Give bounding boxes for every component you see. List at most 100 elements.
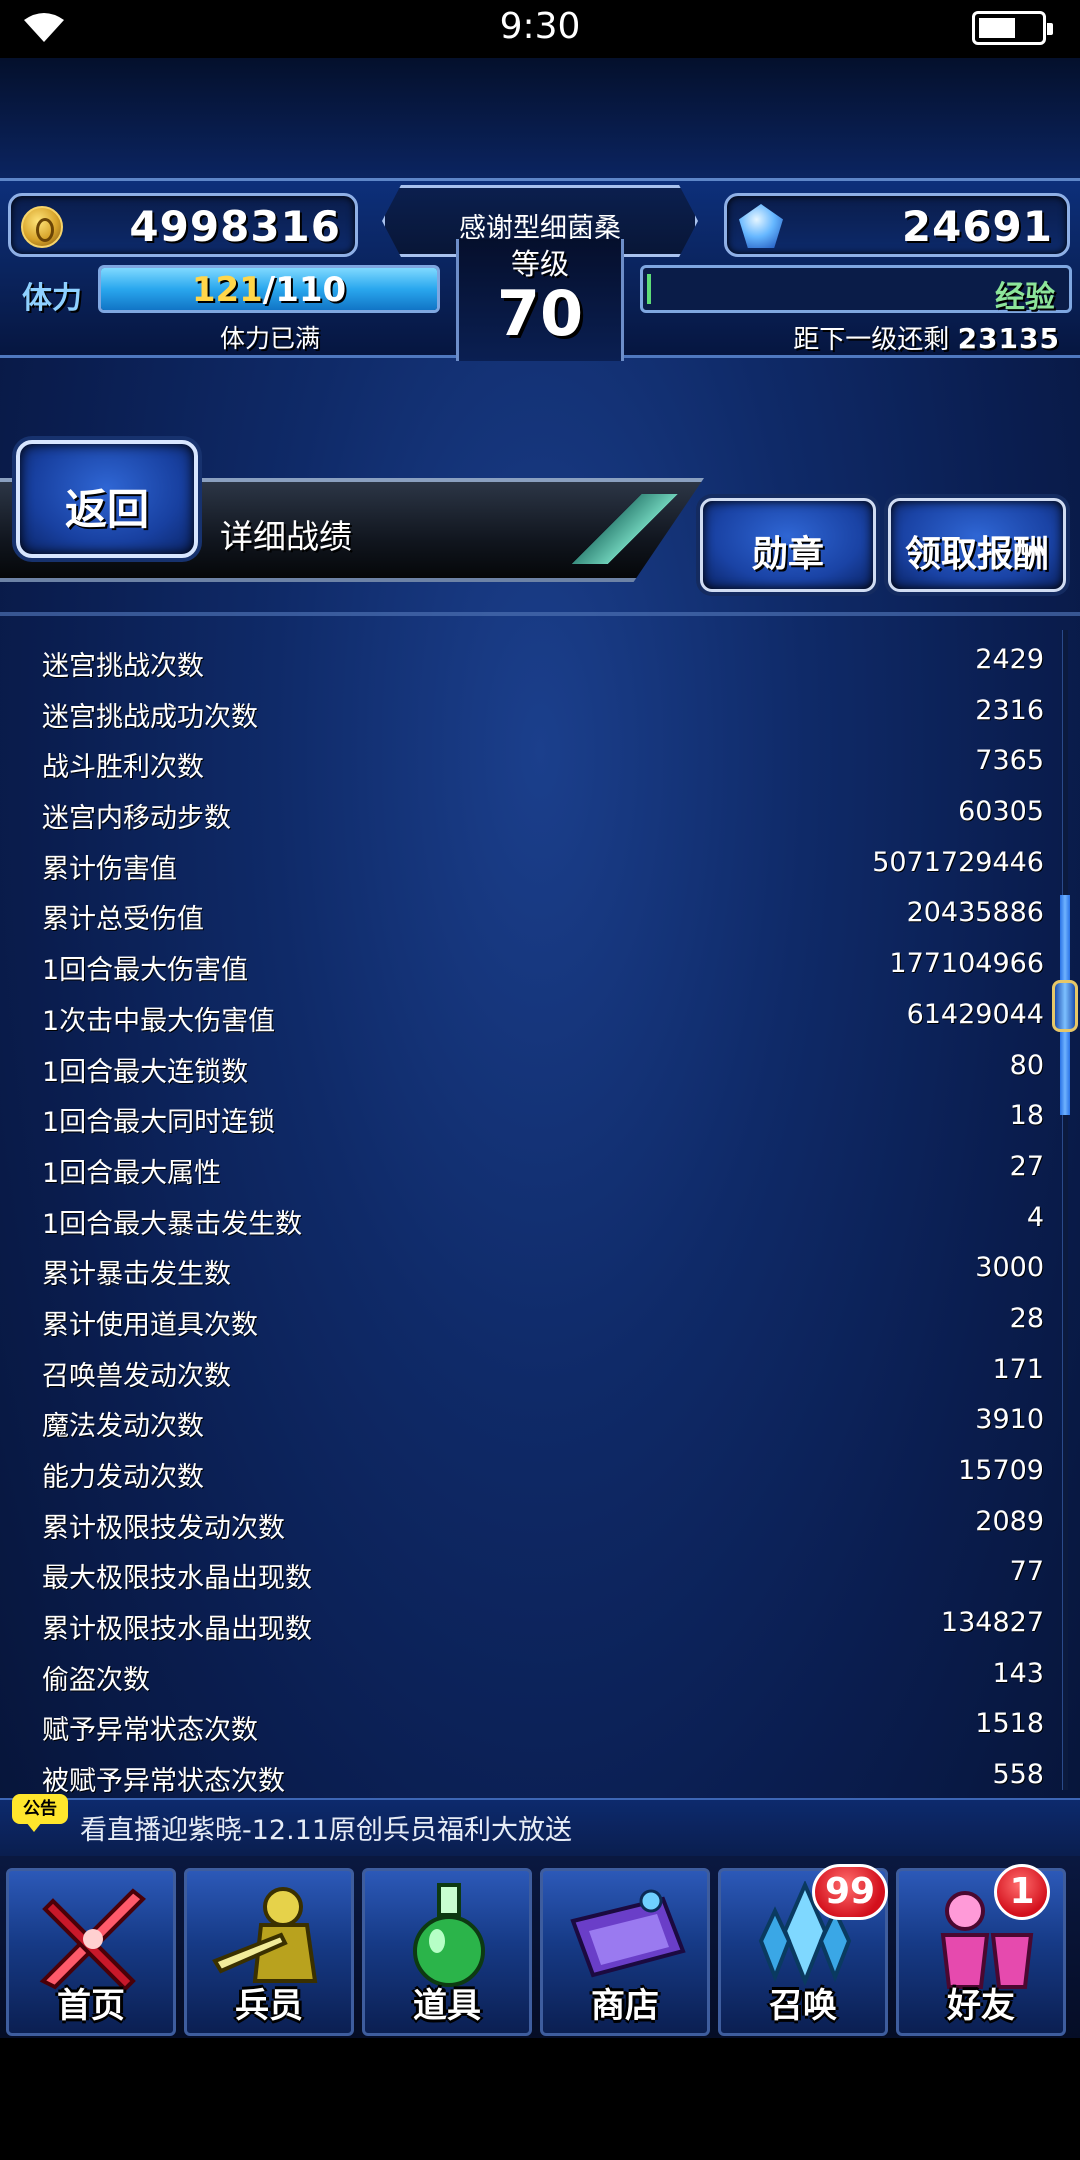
- gil-coin-icon: [21, 206, 63, 248]
- stat-label: 偷盗次数: [42, 1664, 150, 1696]
- sword-icon: [39, 1888, 146, 1991]
- scrollbar-handle[interactable]: [1052, 980, 1078, 1032]
- stat-label: 1回合最大伤害值: [42, 955, 249, 987]
- stamina-bar: 121/110: [98, 265, 440, 313]
- nav-units-label: 兵员: [235, 1986, 303, 2026]
- stamina-status: 体力已满: [219, 324, 320, 353]
- nav-items[interactable]: 道具: [362, 1868, 532, 2036]
- hero-icon: [212, 1887, 318, 1983]
- stats-list[interactable]: 迷宫挑战次数 2429 迷宫挑战成功次数 2316 战斗胜利次数 7365 迷宫内移动步数 6…: [0, 636, 1060, 1796]
- gil-value: 4998316: [129, 202, 341, 251]
- stat-value: 3000: [975, 1252, 1044, 1284]
- stamina-label: 体力: [22, 281, 82, 316]
- stat-label: 1回合最大暴击发生数: [42, 1208, 303, 1240]
- stat-value: 20435886: [906, 897, 1044, 929]
- battery-icon: [972, 11, 1053, 45]
- stat-row: 累计极限技发动次数 2089: [0, 1498, 1060, 1549]
- lapis-counter: 24691: [724, 193, 1070, 257]
- stat-value: 1518: [975, 1708, 1044, 1740]
- stat-value: 60305: [958, 796, 1044, 828]
- stat-value: 2316: [975, 694, 1044, 726]
- stat-row: 累计伤害值 5071729446: [0, 839, 1060, 890]
- stat-value: 2089: [975, 1505, 1044, 1537]
- stat-label: 1次击中最大伤害值: [42, 1005, 276, 1037]
- stat-value: 558: [992, 1759, 1044, 1791]
- medal-button-label: 勋章: [751, 534, 824, 575]
- page-title: 详细战绩: [220, 517, 352, 556]
- stat-value: 143: [992, 1657, 1044, 1689]
- stat-row: 累计总受伤值 20435886: [0, 889, 1060, 940]
- stat-row: 累计极限技水晶出现数 134827: [0, 1599, 1060, 1650]
- nav-units[interactable]: 兵员: [184, 1868, 354, 2036]
- stat-value: 134827: [940, 1607, 1044, 1639]
- stat-label: 累计使用道具次数: [42, 1309, 258, 1341]
- stat-label: 召唤兽发动次数: [42, 1360, 231, 1392]
- lapis-gem-icon: [739, 204, 783, 248]
- lapis-value: 24691: [901, 202, 1053, 251]
- nav-home[interactable]: 首页: [6, 1868, 176, 2036]
- exp-bar: 经验: [640, 265, 1072, 315]
- claim-reward-button-label: 领取报酬: [904, 534, 1049, 575]
- stat-label: 累计极限技水晶出现数: [42, 1614, 312, 1646]
- potion-icon: [413, 1883, 485, 1987]
- stat-row: 1回合最大同时连锁 18: [0, 1092, 1060, 1143]
- stat-label: 迷宫挑战成功次数: [42, 701, 258, 733]
- stat-value: 7365: [975, 745, 1044, 777]
- exp-remaining-label: 距下一级还剩: [793, 325, 950, 355]
- summon-badge: 99: [812, 1864, 889, 1920]
- stat-label: 1回合最大同时连锁: [42, 1107, 276, 1139]
- nav-home-label: 首页: [57, 1986, 125, 2026]
- shop-icon: [570, 1889, 686, 1978]
- stat-value: 3910: [975, 1404, 1044, 1436]
- gil-counter: 4998316: [8, 193, 358, 257]
- status-bar: 9:30: [0, 0, 1080, 58]
- stat-value: 15709: [958, 1455, 1044, 1486]
- exp-remaining: 距下一级还剩 23135: [793, 319, 1060, 356]
- stat-row: 迷宫挑战成功次数 2316: [0, 687, 1060, 738]
- exp-label: 经验: [995, 280, 1055, 315]
- stat-label: 累计伤害值: [42, 853, 177, 885]
- stat-row: 1次击中最大伤害值 61429044: [0, 991, 1060, 1042]
- stat-label: 累计暴击发生数: [42, 1259, 231, 1291]
- claim-reward-button[interactable]: 领取报酬: [888, 498, 1066, 592]
- stat-label: 能力发动次数: [42, 1462, 204, 1493]
- stat-label: 迷宫挑战次数: [42, 651, 204, 682]
- player-header: 4998316 24691 感谢型细菌桑 等级 70 体力 121/110 体力…: [0, 178, 1080, 361]
- stamina-max: /110: [262, 270, 347, 310]
- notice-tag: 公告: [12, 1794, 68, 1832]
- stat-value: 177104966: [889, 948, 1044, 980]
- back-button[interactable]: 返回: [16, 440, 198, 558]
- stat-row: 最大极限技水晶出现数 77: [0, 1548, 1060, 1599]
- stat-row: 赋予异常状态次数 1518: [0, 1700, 1060, 1751]
- stat-value: 28: [1009, 1302, 1044, 1334]
- stat-value: 171: [992, 1353, 1044, 1385]
- stat-label: 最大极限技水晶出现数: [42, 1563, 312, 1595]
- level-value: 70: [496, 277, 584, 350]
- stamina-current: 121: [191, 270, 263, 310]
- nav-shop[interactable]: 商店: [540, 1868, 710, 2036]
- stat-label: 战斗胜利次数: [42, 752, 204, 784]
- stat-value: 18: [1009, 1100, 1044, 1132]
- stat-label: 被赋予异常状态次数: [42, 1766, 285, 1796]
- stat-row: 1回合最大暴击发生数 4: [0, 1194, 1060, 1245]
- stat-row: 魔法发动次数 3910: [0, 1396, 1060, 1447]
- nav-friends-label: 好友: [947, 1986, 1015, 2026]
- stat-row: 被赋予异常状态次数 558: [0, 1751, 1060, 1796]
- stat-value: 2429: [975, 644, 1044, 675]
- level-box: 等级 70: [456, 239, 624, 361]
- notice-text[interactable]: 看直播迎紫晓-12.11原创兵员福利大放送: [80, 1808, 572, 1847]
- exp-remaining-value: 23135: [957, 322, 1060, 355]
- exp-fill: [647, 274, 651, 304]
- medal-button[interactable]: 勋章: [700, 498, 876, 592]
- nav-items-label: 道具: [413, 1986, 481, 2026]
- stat-label: 1回合最大属性: [42, 1157, 222, 1189]
- stat-row: 召唤兽发动次数 171: [0, 1346, 1060, 1397]
- status-time: 9:30: [499, 6, 581, 47]
- stat-label: 累计极限技发动次数: [42, 1512, 285, 1544]
- stat-label: 1回合最大连锁数: [42, 1056, 249, 1088]
- stat-value: 5071729446: [872, 846, 1044, 878]
- stat-row: 累计使用道具次数 28: [0, 1295, 1060, 1346]
- stat-row: 迷宫内移动步数 60305: [0, 788, 1060, 839]
- scrollbar-track[interactable]: [1062, 630, 1068, 1790]
- nav-summon-label: 召唤: [769, 1986, 837, 2026]
